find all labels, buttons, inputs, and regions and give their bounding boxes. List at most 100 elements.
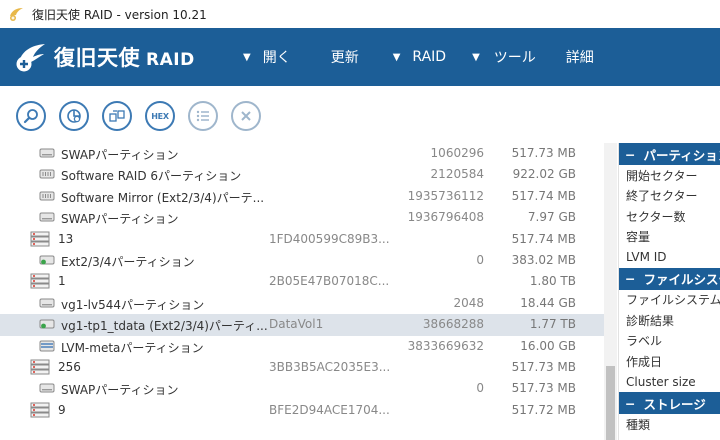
partition-row[interactable]: Software RAID 6パーティション 2120584 922.02 GB: [0, 164, 604, 185]
window-title: 復旧天使 RAID - version 10.21: [32, 7, 207, 22]
row-start-sector: 2048: [453, 295, 484, 310]
row-name: SWAPパーティション: [61, 148, 179, 162]
menu-open[interactable]: ▼ 開く: [243, 28, 291, 86]
section-title: パーティション: [643, 147, 720, 163]
row-size: 1.80 TB: [529, 274, 576, 289]
logo-text: 復旧天使 RAID: [54, 42, 195, 72]
partition-row[interactable]: 9 BFE2D94ACE1704... 517.72 MB: [0, 400, 604, 421]
dropdown-arrow-icon: ▼: [392, 51, 401, 63]
menu-refresh[interactable]: 更新: [331, 28, 359, 86]
logo-angel-icon: [16, 44, 45, 72]
properties-section-header[interactable]: −パーティション: [619, 143, 720, 165]
menu-details[interactable]: 詳細: [566, 28, 594, 86]
partition-row[interactable]: SWAPパーティション 1936796408 7.97 GB: [0, 207, 604, 228]
row-name: Software RAID 6パーティション: [61, 169, 242, 184]
raid-partition-icon: [39, 168, 55, 183]
section-title: ストレージ: [643, 396, 706, 412]
row-size: 7.97 GB: [527, 210, 576, 225]
partition-list: SWAPパーティション 1060296 517.73 MB Software RAID…: [0, 143, 604, 440]
row-name: Ext2/3/4パーティション: [61, 254, 195, 269]
partition-icon: [39, 211, 55, 226]
raid-disk-icon: [30, 359, 50, 378]
row-size: 1.77 TB: [529, 317, 576, 332]
partition-row[interactable]: Software Mirror (Ext2/3/4)パーテ... 19357361…: [0, 186, 604, 207]
menu-tools-label: ツール: [493, 50, 536, 66]
properties-section-header[interactable]: −ファイルシステム: [619, 267, 720, 290]
property-label: 種類: [626, 417, 651, 432]
row-signature: 3BB3B5AC2035E3...: [269, 359, 391, 374]
partition-row[interactable]: LVM-metaパーティション 3833669632 16.00 GB: [0, 336, 604, 357]
list-scrollbar[interactable]: [604, 143, 617, 440]
app-angel-icon: [10, 8, 23, 21]
raid-disk-icon: [30, 402, 50, 421]
collapse-icon: −: [625, 271, 636, 286]
chart-icon: [67, 109, 81, 123]
row-size: 517.74 MB: [511, 231, 576, 246]
toolbar: HEX: [0, 86, 720, 146]
menu-open-label: 開く: [262, 50, 291, 66]
search-icon: [23, 109, 38, 124]
raid-disk-icon: [30, 273, 50, 292]
row-name: vg1-lv544パーティション: [61, 297, 205, 312]
partition-row[interactable]: vg1-tp1_tdata (Ext2/3/4)パーティ... DataVol1 3…: [0, 314, 604, 336]
property-label: LVM ID: [626, 250, 667, 265]
row-name: vg1-tp1_tdata (Ext2/3/4)パーティ...: [61, 319, 268, 334]
logo-title: 復旧天使: [54, 46, 140, 70]
row-size: 383.02 MB: [511, 252, 576, 267]
row-name: SWAPパーティション: [61, 383, 179, 398]
property-label: ラベル: [626, 334, 663, 349]
menu-tools[interactable]: ▼ ツール: [472, 28, 536, 86]
list-button[interactable]: [188, 101, 218, 131]
raid-build-button[interactable]: [102, 101, 132, 131]
title-bar: 復旧天使 RAID - version 10.21: [0, 0, 720, 28]
menu: ▼ 開く 更新 ▼ RAID ▼ ツール 詳細: [236, 28, 594, 86]
property-label: 開始セクター: [626, 168, 698, 183]
partition-icon: [39, 297, 55, 312]
row-name: SWAPパーティション: [61, 212, 179, 227]
properties-panel: −パーティション開始セクター終了セクターセクター数容量LVM ID−ファイルシス…: [618, 143, 720, 440]
raid-disk-icon: [30, 231, 50, 250]
dropdown-arrow-icon: ▼: [472, 51, 480, 63]
row-start-sector: 1936796408: [407, 210, 484, 225]
row-size: 517.73 MB: [511, 146, 576, 160]
raid-partition-icon: [39, 190, 55, 205]
menu-details-label: 詳細: [565, 50, 594, 66]
close-icon: [241, 111, 251, 121]
row-start-sector: 1935736112: [407, 188, 484, 203]
partition-row[interactable]: SWAPパーティション 0 517.73 MB: [0, 378, 604, 399]
partition-row[interactable]: Ext2/3/4パーティション 0 383.02 MB: [0, 250, 604, 271]
row-name: 1: [58, 274, 66, 289]
logo-subtitle: RAID: [146, 50, 195, 70]
property-label: 終了セクター: [626, 189, 698, 204]
partition-row[interactable]: vg1-lv544パーティション 2048 18.44 GB: [0, 293, 604, 314]
scrollbar-thumb[interactable]: [606, 366, 615, 440]
partition-ok-icon: [39, 318, 55, 333]
row-start-sector: 38668288: [422, 317, 484, 332]
property-label: 作成日: [626, 354, 663, 369]
row-size: 517.72 MB: [511, 402, 576, 417]
row-start-sector: 0: [476, 381, 484, 396]
property-label: 診断結果: [626, 313, 675, 328]
search-button[interactable]: [16, 101, 46, 131]
row-size: 517.73 MB: [511, 381, 576, 396]
collapse-icon: −: [625, 146, 636, 162]
close-button[interactable]: [231, 101, 261, 131]
row-start-sector: 3833669632: [407, 338, 484, 353]
property-label: ファイルシステム: [626, 293, 720, 308]
partition-row[interactable]: 13 1FD400599C89B3... 517.74 MB: [0, 229, 604, 250]
properties-section-header[interactable]: − ストレージ: [619, 392, 720, 414]
row-size: 517.73 MB: [511, 359, 576, 374]
main-menu-bar: 復旧天使 RAID ▼ 開く 更新 ▼ RAID ▼ ツール 詳細: [0, 28, 720, 86]
chart-button[interactable]: [59, 101, 89, 131]
row-signature: 2B05E47B07018C...: [269, 274, 390, 289]
menu-raid[interactable]: ▼ RAID: [393, 28, 446, 86]
partition-row[interactable]: 256 3BB3B5AC2035E3... 517.73 MB: [0, 357, 604, 378]
partition-row[interactable]: 1 2B05E47B07018C... 1.80 TB: [0, 271, 604, 292]
hex-button[interactable]: HEX: [145, 101, 175, 131]
row-name: 9: [58, 402, 66, 417]
raid-build-icon: [109, 110, 125, 122]
hex-icon: HEX: [151, 111, 169, 121]
partition-row[interactable]: SWAPパーティション 1060296 517.73 MB: [0, 143, 604, 164]
section-title: ファイルシステム: [643, 272, 720, 287]
menu-refresh-label: 更新: [330, 50, 359, 66]
